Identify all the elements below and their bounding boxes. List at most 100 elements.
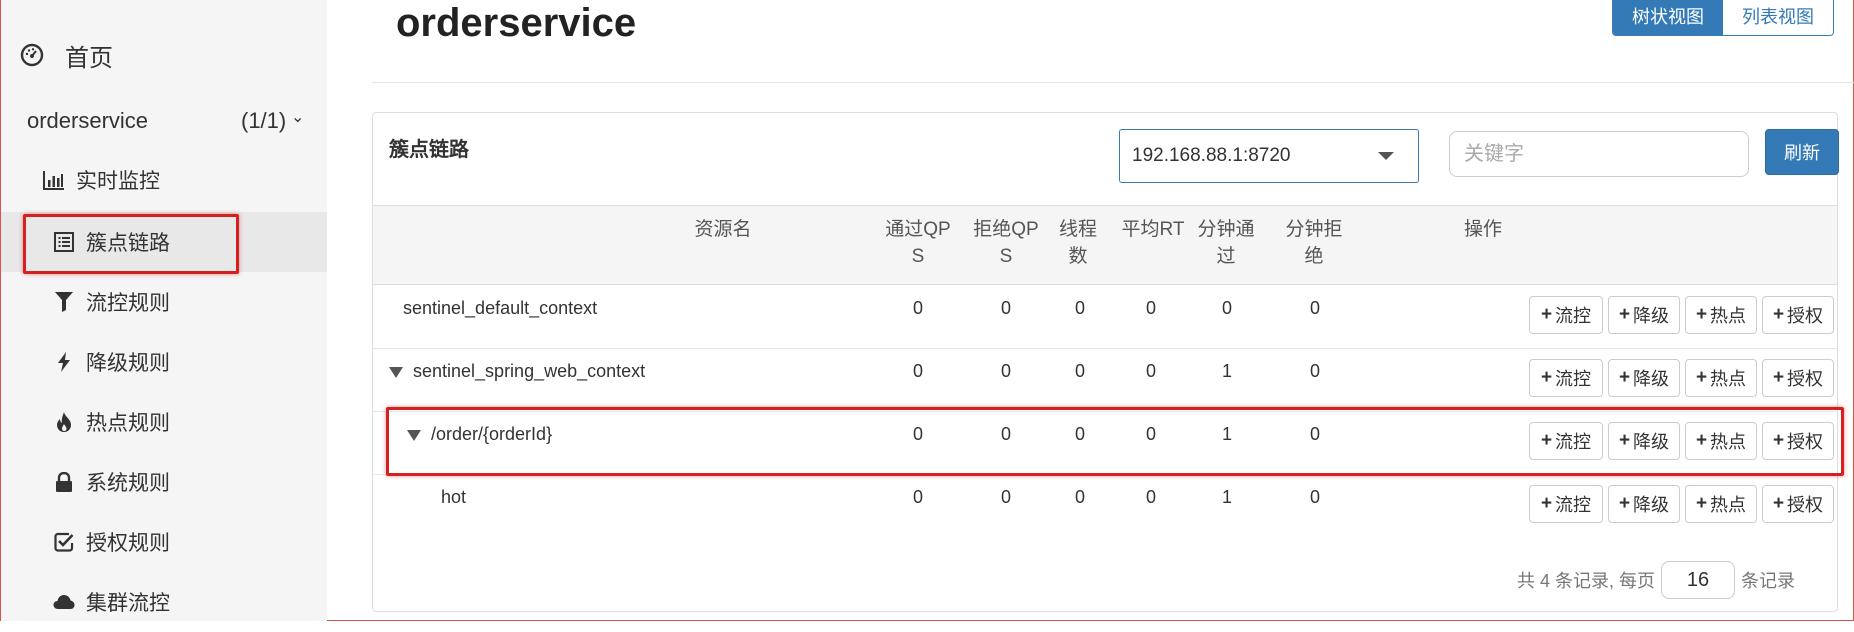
header-minute-pass-line1: 分钟通 bbox=[1197, 219, 1255, 240]
sidebar-item-label: 实时监控 bbox=[76, 170, 160, 193]
resource-name-cell[interactable]: /order/{orderId} bbox=[407, 424, 552, 445]
row-actions: + 流控 + 降级 + 热点 + 授权 bbox=[1529, 359, 1834, 397]
hot-rule-button[interactable]: + 热点 bbox=[1685, 359, 1757, 397]
auth-label: 授权 bbox=[1787, 432, 1824, 452]
minute-pass-value: 0 bbox=[1221, 298, 1232, 318]
expand-triangle-icon[interactable] bbox=[407, 429, 421, 441]
minute-pass-value: 1 bbox=[1221, 424, 1232, 444]
flow-label: 流控 bbox=[1555, 495, 1592, 515]
hot-rule-button[interactable]: + 热点 bbox=[1685, 296, 1757, 334]
panel-title: 簇点链路 bbox=[389, 139, 469, 161]
nav-home-label: 首页 bbox=[65, 44, 113, 72]
list-view-button[interactable]: 列表视图 bbox=[1723, 0, 1833, 35]
cloud-icon bbox=[53, 591, 75, 613]
flow-rule-button[interactable]: + 流控 bbox=[1529, 296, 1603, 334]
sidebar-item-cluster-flow[interactable]: 集群流控 bbox=[1, 572, 327, 632]
title-divider bbox=[372, 82, 1854, 83]
sidebar-item-label: 热点规则 bbox=[86, 412, 170, 435]
table-row: hot 0 0 0 0 1 0 + 流控 + 降级 + 热点 + 授权 bbox=[373, 475, 1837, 538]
row-actions: + 流控 + 降级 + 热点 + 授权 bbox=[1529, 485, 1834, 523]
auth-rule-button[interactable]: + 授权 bbox=[1762, 422, 1834, 460]
pagination: 共 4 条记录, 每页 条记录 bbox=[1517, 561, 1795, 599]
table-row: sentinel_default_context 0 0 0 0 0 0 + 流控… bbox=[373, 286, 1837, 349]
minute-pass-value: 1 bbox=[1221, 487, 1232, 507]
sidebar-item-hotspot-rules[interactable]: 热点规则 bbox=[1, 392, 327, 452]
nav-home[interactable]: 首页 bbox=[19, 38, 113, 72]
flow-label: 流控 bbox=[1555, 306, 1592, 326]
auth-label: 授权 bbox=[1787, 306, 1824, 326]
sidebar-item-label: 授权规则 bbox=[86, 532, 170, 555]
plus-icon: + bbox=[1772, 304, 1785, 325]
tree-view-button[interactable]: 树状视图 bbox=[1613, 0, 1723, 35]
hot-rule-button[interactable]: + 热点 bbox=[1685, 485, 1757, 523]
plus-icon: + bbox=[1540, 493, 1553, 514]
resource-name-cell[interactable]: sentinel_spring_web_context bbox=[389, 361, 645, 382]
hot-label: 热点 bbox=[1710, 495, 1747, 515]
header-operations: 操作 bbox=[1463, 219, 1502, 240]
sidebar-item-label: 簇点链路 bbox=[86, 232, 170, 255]
minute-block-value: 0 bbox=[1309, 361, 1320, 381]
threads-value: 0 bbox=[1074, 298, 1085, 318]
app-name: orderservice bbox=[27, 108, 149, 133]
expand-triangle-icon[interactable] bbox=[389, 366, 403, 378]
table-row: /order/{orderId} 0 0 0 0 1 0 + 流控 + 降级 + 热点… bbox=[373, 412, 1837, 475]
degrade-rule-button[interactable]: + 降级 bbox=[1608, 296, 1680, 334]
auth-label: 授权 bbox=[1787, 495, 1824, 515]
sidebar-item-auth-rules[interactable]: 授权规则 bbox=[1, 512, 327, 572]
dashboard-icon bbox=[19, 42, 45, 68]
sidebar-item-cluster-point[interactable]: 簇点链路 bbox=[1, 212, 327, 272]
plus-icon: + bbox=[1618, 430, 1631, 451]
header-pass-qps-line1: 通过QP bbox=[885, 219, 951, 240]
resource-name: sentinel_default_context bbox=[403, 298, 598, 318]
page-size-input[interactable] bbox=[1661, 561, 1736, 599]
block-qps-value: 0 bbox=[1000, 424, 1011, 444]
header-pass-qps-line2: S bbox=[911, 246, 925, 267]
header-resource-name: 资源名 bbox=[694, 219, 752, 240]
flow-label: 流控 bbox=[1555, 432, 1592, 452]
degrade-rule-button[interactable]: + 降级 bbox=[1608, 485, 1680, 523]
sidebar-item-label: 系统规则 bbox=[86, 472, 170, 495]
minute-block-value: 0 bbox=[1309, 424, 1320, 444]
sidebar-item-flow-rules[interactable]: 流控规则 bbox=[1, 272, 327, 332]
hot-rule-button[interactable]: + 热点 bbox=[1685, 422, 1757, 460]
plus-icon: + bbox=[1540, 430, 1553, 451]
plus-icon: + bbox=[1618, 304, 1631, 325]
sidebar-item-metrics[interactable]: 实时监控 bbox=[1, 154, 327, 206]
filter-icon bbox=[53, 291, 75, 313]
machine-select[interactable]: 192.168.88.1:8720 bbox=[1119, 129, 1419, 183]
header-minute-block: 分钟拒 绝 bbox=[1279, 216, 1349, 270]
auth-rule-button[interactable]: + 授权 bbox=[1762, 296, 1834, 334]
flow-label: 流控 bbox=[1555, 369, 1592, 389]
pass-qps-value: 0 bbox=[912, 298, 923, 318]
plus-icon: + bbox=[1695, 493, 1708, 514]
auth-rule-button[interactable]: + 授权 bbox=[1762, 359, 1834, 397]
plus-icon: + bbox=[1695, 430, 1708, 451]
row-actions: + 流控 + 降级 + 热点 + 授权 bbox=[1529, 422, 1834, 460]
degrade-rule-button[interactable]: + 降级 bbox=[1608, 359, 1680, 397]
app-selector[interactable]: orderservice (1/1) ⌄ bbox=[27, 104, 307, 138]
sidebar-item-degrade-rules[interactable]: 降级规则 bbox=[1, 332, 327, 392]
degrade-label: 降级 bbox=[1633, 495, 1670, 515]
minute-block-value: 0 bbox=[1309, 298, 1320, 318]
degrade-rule-button[interactable]: + 降级 bbox=[1608, 422, 1680, 460]
avg-rt-value: 0 bbox=[1145, 487, 1156, 507]
cluster-point-panel: 簇点链路 192.168.88.1:8720 刷新 资源名 通过QP S 拒绝Q… bbox=[372, 112, 1839, 612]
caret-down-icon bbox=[1378, 152, 1394, 160]
plus-icon: + bbox=[1618, 367, 1631, 388]
flow-rule-button[interactable]: + 流控 bbox=[1529, 485, 1603, 523]
keyword-search-input[interactable] bbox=[1449, 131, 1749, 177]
table-row: sentinel_spring_web_context 0 0 0 0 1 0 … bbox=[373, 349, 1837, 412]
plus-icon: + bbox=[1772, 430, 1785, 451]
sidebar-item-system-rules[interactable]: 系统规则 bbox=[1, 452, 327, 512]
chevron-down-icon: ⌄ bbox=[291, 109, 305, 126]
block-qps-value: 0 bbox=[1000, 361, 1011, 381]
sidebar-item-label: 降级规则 bbox=[86, 352, 170, 375]
machine-select-value: 192.168.88.1:8720 bbox=[1132, 145, 1291, 166]
refresh-button[interactable]: 刷新 bbox=[1765, 129, 1839, 175]
flow-rule-button[interactable]: + 流控 bbox=[1529, 359, 1603, 397]
auth-rule-button[interactable]: + 授权 bbox=[1762, 485, 1834, 523]
flow-rule-button[interactable]: + 流控 bbox=[1529, 422, 1603, 460]
degrade-label: 降级 bbox=[1633, 306, 1670, 326]
pager-suffix: 条记录 bbox=[1741, 571, 1796, 591]
block-qps-value: 0 bbox=[1000, 298, 1011, 318]
